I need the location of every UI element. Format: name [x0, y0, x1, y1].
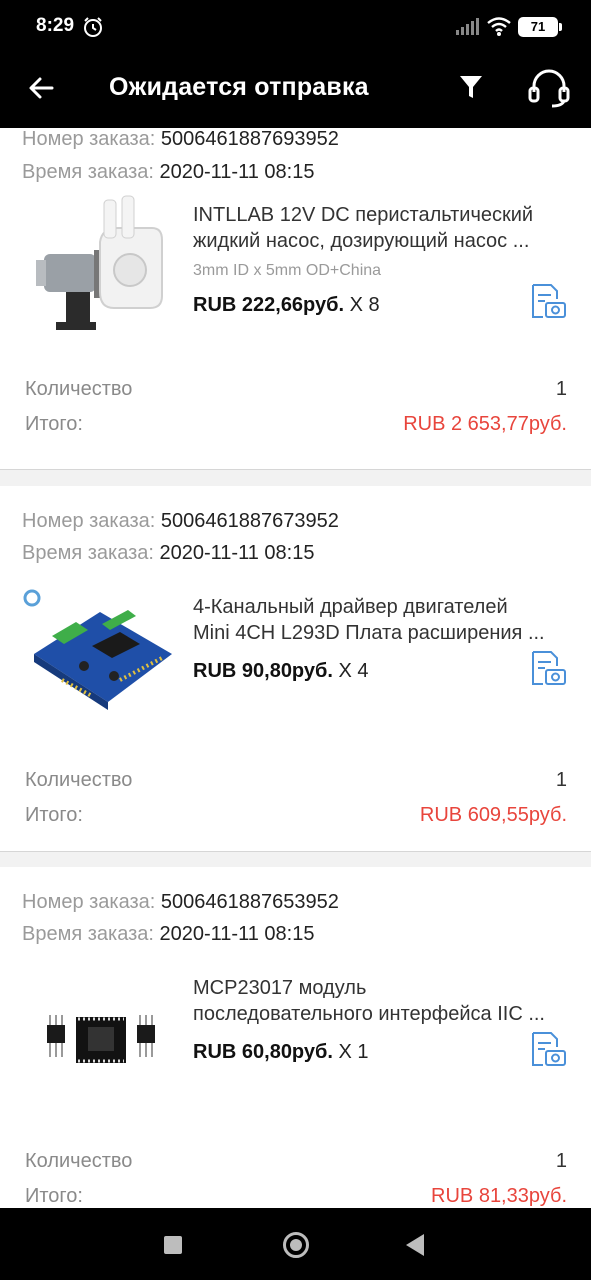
- total-value: RUB 609,55руб.: [419, 804, 567, 826]
- photo-review-icon[interactable]: [529, 283, 567, 319]
- page-title: Ожидается отправка: [109, 73, 369, 101]
- app-root: 8:29 71 Ожидается отправка Номер заказа:…: [0, 0, 591, 1280]
- order-time-label: Время заказа:: [22, 923, 154, 945]
- order-time-value: 2020-11-11 08:15: [159, 161, 315, 183]
- order-time-row: Время заказа: 2020-11-11 08:15: [22, 923, 314, 946]
- product-title-line2: Mini 4CH L293D Плата расширения ...: [193, 622, 545, 644]
- order-number-value: 5006461887673952: [160, 510, 339, 532]
- order-time-value: 2020-11-11 08:15: [159, 923, 315, 945]
- order-card[interactable]: Номер заказа: 5006461887693952 Время зак…: [0, 128, 591, 470]
- order-number-label: Номер заказа:: [22, 128, 156, 150]
- battery-icon: 71: [518, 17, 562, 37]
- quantity-value: 1: [555, 378, 567, 400]
- signal-icon: [456, 18, 479, 35]
- back-arrow-icon[interactable]: [22, 68, 62, 108]
- recent-apps-button[interactable]: [164, 1236, 182, 1254]
- total-label: Итого:: [25, 1185, 83, 1207]
- order-card[interactable]: Номер заказа: 5006461887653952 Время зак…: [0, 867, 591, 1208]
- system-back-button[interactable]: [406, 1234, 424, 1256]
- filter-icon[interactable]: [454, 70, 488, 104]
- system-nav-bar: [0, 1208, 591, 1280]
- home-button[interactable]: [283, 1232, 309, 1258]
- order-number-row: Номер заказа: 5006461887693952: [22, 128, 339, 151]
- product-image-mcp23017[interactable]: [22, 965, 178, 1121]
- product-price-row: RUB 222,66руб. X 8: [193, 294, 380, 317]
- photo-review-icon[interactable]: [529, 650, 567, 686]
- product-price-row: RUB 90,80руб. X 4: [193, 660, 369, 683]
- order-number-label: Номер заказа:: [22, 891, 156, 913]
- product-title-line2: жидкий насос, дозирующий насос ...: [193, 230, 530, 252]
- order-card[interactable]: Номер заказа: 5006461887673952 Время зак…: [0, 486, 591, 852]
- total-label: Итого:: [25, 413, 83, 435]
- quantity-label: Количество: [25, 378, 133, 400]
- order-time-value: 2020-11-11 08:15: [159, 542, 315, 564]
- order-list: Номер заказа: 5006461887693952 Время зак…: [0, 128, 591, 1208]
- quantity-value: 1: [555, 769, 567, 791]
- product-image-motor-driver[interactable]: [22, 584, 178, 740]
- total-label: Итого:: [25, 804, 83, 826]
- order-number-row: Номер заказа: 5006461887653952: [22, 891, 339, 914]
- product-quantity: X 8: [349, 294, 380, 316]
- total-value: RUB 81,33руб.: [431, 1185, 567, 1207]
- order-number-row: Номер заказа: 5006461887673952: [22, 510, 339, 533]
- product-title[interactable]: INTLLAB 12V DC перистальтический жидкий …: [193, 202, 569, 254]
- headset-icon[interactable]: [526, 68, 572, 108]
- product-title-line1: 4-Канальный драйвер двигателей: [193, 596, 508, 618]
- total-value: RUB 2 653,77руб.: [403, 413, 567, 435]
- app-header: Ожидается отправка: [0, 54, 591, 128]
- order-time-row: Время заказа: 2020-11-11 08:15: [22, 161, 314, 184]
- quantity-label: Количество: [25, 769, 133, 791]
- status-bar: 8:29 71: [0, 0, 591, 54]
- wifi-icon: [487, 17, 511, 36]
- order-number-label: Номер заказа:: [22, 510, 156, 532]
- order-time-label: Время заказа:: [22, 161, 154, 183]
- order-number-value: 5006461887693952: [160, 128, 339, 150]
- order-time-row: Время заказа: 2020-11-11 08:15: [22, 542, 314, 565]
- product-title[interactable]: 4-Канальный драйвер двигателей Mini 4CH …: [193, 594, 569, 646]
- product-image-pump[interactable]: [22, 192, 178, 348]
- order-number-value: 5006461887653952: [160, 891, 339, 913]
- product-price: RUB 222,66руб.: [193, 294, 345, 316]
- product-title-line1: INTLLAB 12V DC перистальтический: [193, 204, 534, 226]
- product-quantity: X 1: [338, 1041, 369, 1063]
- product-title[interactable]: MCP23017 модуль последовательного интерф…: [193, 975, 569, 1027]
- quantity-label: Количество: [25, 1150, 133, 1172]
- quantity-value: 1: [555, 1150, 567, 1172]
- product-price: RUB 60,80руб.: [193, 1041, 333, 1063]
- product-quantity: X 4: [338, 660, 369, 682]
- product-price-row: RUB 60,80руб. X 1: [193, 1041, 369, 1064]
- status-time: 8:29: [36, 15, 75, 36]
- product-title-line2: последовательного интерфейса IIC ...: [193, 1003, 545, 1025]
- product-title-line1: MCP23017 модуль: [193, 977, 367, 999]
- order-time-label: Время заказа:: [22, 542, 154, 564]
- product-price: RUB 90,80руб.: [193, 660, 333, 682]
- alarm-icon: [84, 17, 102, 37]
- photo-review-icon[interactable]: [529, 1031, 567, 1067]
- product-variant: 3mm ID x 5mm OD+China: [193, 262, 382, 279]
